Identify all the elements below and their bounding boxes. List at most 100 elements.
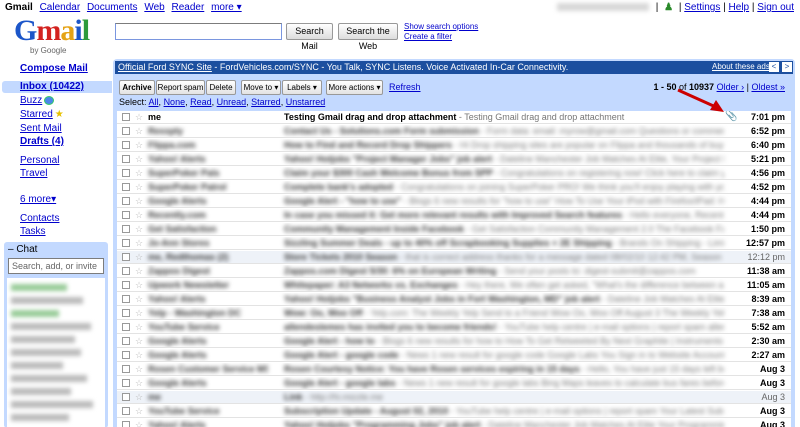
nav-web[interactable]: Web [144,2,164,13]
sidebar-item-buzz[interactable]: Buzz [20,95,55,106]
row-checkbox[interactable] [122,323,130,331]
message-row[interactable]: ☆ Recently.com In case you missed it: Get … [117,209,791,222]
create-filter-link[interactable]: Create a filter [404,32,452,41]
star-icon[interactable]: ☆ [135,111,143,123]
gmail-logo[interactable]: Gmail by Google [14,14,98,55]
show-search-options-link[interactable]: Show search options [404,22,478,31]
message-row[interactable]: ☆ me Link - http://hi.mizzle.me Aug 3 [117,391,791,404]
chat-contact[interactable] [11,388,71,395]
star-icon[interactable]: ☆ [135,419,143,427]
message-row[interactable]: ☆ Google Alerts Google Alert - google labs… [117,377,791,390]
chat-contact[interactable] [11,310,59,317]
report-spam-button[interactable]: Report spam [156,80,205,95]
star-icon[interactable]: ☆ [135,293,143,305]
row-checkbox[interactable] [122,407,130,415]
sidebar-item-tasks[interactable]: Tasks [20,226,46,237]
star-icon[interactable]: ☆ [135,279,143,291]
starred-label[interactable]: Starred [20,109,53,120]
sidebar-item-personal[interactable]: Personal [20,155,59,166]
row-checkbox[interactable] [122,253,130,261]
row-checkbox[interactable] [122,239,130,247]
row-checkbox[interactable] [122,113,130,121]
message-row[interactable]: ☆ Google Alerts Google Alert - "how to use… [117,195,791,208]
star-icon[interactable]: ☆ [135,377,143,389]
star-icon[interactable]: ☆ [135,307,143,319]
message-row[interactable]: ☆ SuperPoker Pals Claim your $300 Cash Wel… [117,167,791,180]
message-row[interactable]: ☆ YouTube Service Subscription Update - Au… [117,405,791,418]
sidebar-item-drafts[interactable]: Drafts (4) [20,136,64,147]
row-checkbox[interactable] [122,225,130,233]
message-row[interactable]: ☆ Zappos Digest Zappos.com Digest 5/30: 6%… [117,265,791,278]
chat-contact[interactable] [11,401,93,408]
row-checkbox[interactable] [122,379,130,387]
message-row[interactable]: ☆ Yahoo! Alerts Yahoo! Hotjobs "Programmin… [117,419,791,427]
sidebar-item-starred[interactable]: Starred ★ [20,109,64,120]
star-icon[interactable]: ☆ [135,251,143,263]
message-row[interactable]: ☆ me, Redthomas (2) Store Tickets 2010 Sea… [117,251,791,264]
star-icon[interactable]: ☆ [135,223,143,235]
search-mail-button[interactable]: Search Mail [286,23,333,51]
select-none[interactable]: None [164,97,186,107]
message-row[interactable]: ☆ Flippa.com How to Find and Record Drop S… [117,139,791,152]
more-actions-button[interactable]: More actions ▾ [326,80,383,95]
buzz-label[interactable]: Buzz [20,95,42,106]
star-icon[interactable]: ☆ [135,125,143,137]
nav-calendar[interactable]: Calendar [40,2,81,13]
star-icon[interactable]: ☆ [135,335,143,347]
select-unstarred[interactable]: Unstarred [286,97,326,107]
star-icon[interactable]: ☆ [135,321,143,333]
chat-contact[interactable] [11,323,91,330]
star-icon[interactable]: ☆ [135,265,143,277]
select-unread[interactable]: Unread [217,97,247,107]
row-checkbox[interactable] [122,169,130,177]
chat-header[interactable]: – Chat [8,244,37,255]
row-checkbox[interactable] [122,127,130,135]
select-read[interactable]: Read [190,97,212,107]
row-checkbox[interactable] [122,309,130,317]
row-checkbox[interactable] [122,281,130,289]
chat-contact[interactable] [11,284,67,291]
sign-out-link[interactable]: Sign out [757,2,794,13]
chat-contact[interactable] [11,414,69,421]
message-row[interactable]: ☆ Get Satisfaction Community Management In… [117,223,791,236]
search-web-button[interactable]: Search the Web [338,23,398,51]
row-checkbox[interactable] [122,421,130,427]
row-checkbox[interactable] [122,295,130,303]
search-input[interactable] [115,23,282,40]
message-row[interactable]: ☆ Yelp - Washington DC Wow: Oo, Woo Off - … [117,307,791,320]
star-icon[interactable]: ☆ [135,363,143,375]
message-row[interactable]: ☆ Upwork Newsletter Whitepaper: A3 Network… [117,279,791,292]
chat-contact[interactable] [11,362,63,369]
chat-contact[interactable] [11,349,81,356]
nav-reader[interactable]: Reader [171,2,204,13]
message-row[interactable]: ☆ Google Alerts Google Alert - google code… [117,349,791,362]
chat-contact[interactable] [11,336,75,343]
row-checkbox[interactable] [122,197,130,205]
star-icon[interactable]: ☆ [135,209,143,221]
delete-button[interactable]: Delete [206,80,236,95]
select-all[interactable]: All [149,97,159,107]
message-row[interactable]: ☆ Yahoo! Alerts Yahoo! Hotjobs "Project Ma… [117,153,791,166]
star-icon[interactable]: ☆ [135,349,143,361]
inbox-label[interactable]: Inbox (10422) [20,81,84,92]
row-checkbox[interactable] [122,211,130,219]
ad-prev-icon[interactable]: < [769,62,779,72]
row-checkbox[interactable] [122,183,130,191]
star-icon[interactable]: ☆ [135,153,143,165]
sidebar-item-travel[interactable]: Travel [20,168,47,179]
star-icon[interactable]: ☆ [135,195,143,207]
row-checkbox[interactable] [122,155,130,163]
star-icon[interactable]: ☆ [135,391,143,403]
row-checkbox[interactable] [122,351,130,359]
message-row[interactable]: ☆ SuperPoker Patrol Complete bank's adopte… [117,181,791,194]
row-checkbox[interactable] [122,141,130,149]
nav-documents[interactable]: Documents [87,2,138,13]
about-ads-link[interactable]: About these ads [712,62,770,71]
star-icon[interactable]: ☆ [135,405,143,417]
labels-button[interactable]: Labels ▾ [282,80,322,95]
nav-more[interactable]: more ▾ [211,2,242,13]
nav-gmail[interactable]: Gmail [5,2,33,13]
row-checkbox[interactable] [122,267,130,275]
star-icon[interactable]: ☆ [135,237,143,249]
message-row[interactable]: ☆ Rosen Customer Service MS Rosen Courtesy… [117,363,791,376]
